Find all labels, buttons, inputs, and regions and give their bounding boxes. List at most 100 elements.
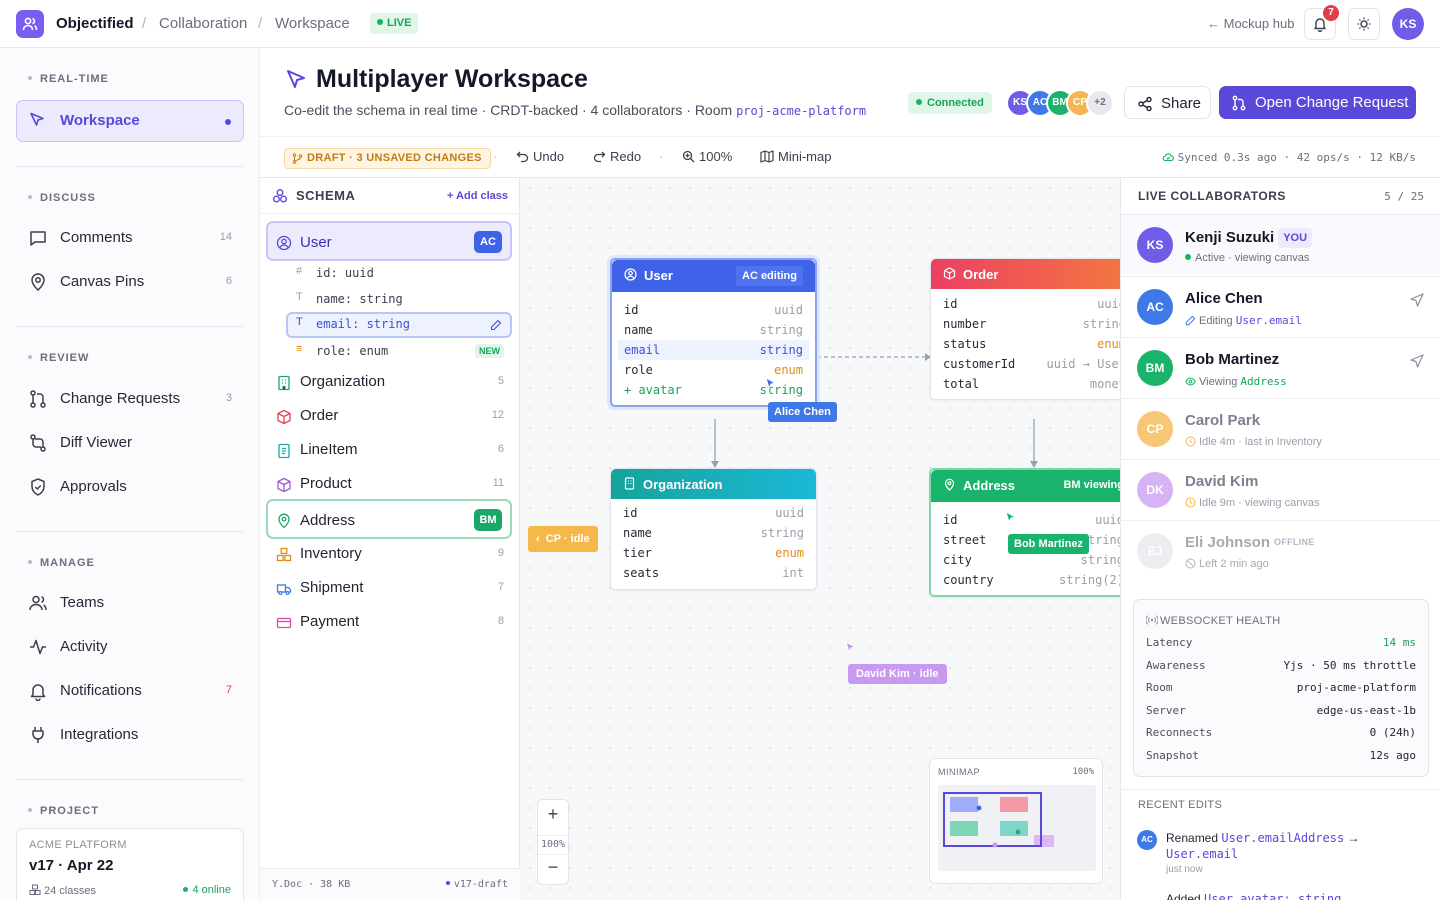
class-item-order[interactable]: Order 12 (266, 399, 512, 433)
class-item-lineitem[interactable]: LineItem 6 (266, 433, 512, 467)
zoom-level-button[interactable]: 100% (682, 149, 732, 164)
user-avatar[interactable]: KS (1392, 8, 1424, 40)
room-id[interactable]: proj-acme-platform (736, 104, 866, 118)
field-count: 6 (497, 443, 504, 455)
field-row[interactable]: Tname: string (286, 287, 512, 311)
undo-button[interactable]: Undo (516, 149, 564, 164)
schema-canvas[interactable]: User AC editing id uuid name string email s… (520, 178, 1120, 900)
avatar: EJ (1137, 533, 1173, 569)
field-count: 7 (497, 581, 504, 593)
field-row-selected[interactable]: Temail: string (286, 312, 512, 338)
divider (16, 326, 244, 327)
field-row[interactable]: # id: uuid (286, 261, 512, 285)
section-label-project: PROJECT (28, 805, 99, 817)
app-logo[interactable] (16, 10, 44, 38)
package-icon (943, 267, 956, 280)
collaborator-row-david[interactable]: DK David Kim Idle 9m · viewing canvas (1121, 459, 1440, 520)
divider (16, 531, 244, 532)
zoom-in-button[interactable]: + (538, 804, 568, 825)
signal-icon (1146, 615, 1158, 625)
avatar: AC (1137, 830, 1157, 850)
cube-icon (277, 477, 291, 493)
mockup-hub-link[interactable]: ← Mockup hub (1207, 16, 1294, 31)
pencil-icon[interactable] (490, 319, 502, 331)
avatar: BM (1137, 350, 1173, 386)
collaborator-status: Idle 9m · viewing canvas (1185, 497, 1319, 509)
sidebar-item-workspace[interactable]: Workspace (16, 100, 244, 142)
text-type-icon: T (296, 291, 303, 303)
sidebar-item-notifications[interactable]: Notifications 7 (16, 670, 244, 712)
class-item-user[interactable]: User AC (266, 221, 512, 261)
sidebar-item-canvas-pins[interactable]: Canvas Pins 6 (16, 261, 244, 303)
collaborators-count: 5 / 25 (1384, 190, 1424, 203)
field-text: name: string (316, 292, 403, 306)
class-item-organization[interactable]: Organization 5 (266, 365, 512, 399)
breadcrumb-collaboration[interactable]: Collaboration (159, 15, 247, 32)
card-row: iduuid (623, 506, 804, 520)
share-button[interactable]: Share (1124, 86, 1211, 119)
card-header: Address BM viewing (931, 470, 1120, 502)
recent-edit-item[interactable]: Added User.avatar: string (1166, 892, 1341, 900)
sidebar-item-diff-viewer[interactable]: Diff Viewer (16, 422, 244, 464)
breadcrumb-app[interactable]: Objectified (56, 15, 134, 32)
more-collaborators-badge[interactable]: +2 (1086, 89, 1114, 117)
zoom-in-icon (682, 150, 695, 163)
collaborator-row-carol[interactable]: CP Carol Park Idle 4m · last in Inventor… (1121, 398, 1440, 459)
project-card[interactable]: ACME PLATFORM v17 · Apr 22 24 classes 4 … (16, 828, 244, 900)
class-name: LineItem (300, 441, 358, 458)
class-item-payment[interactable]: Payment 8 (266, 605, 512, 639)
class-card-user[interactable]: User AC editing id uuid name string email s… (610, 258, 817, 407)
divider (1121, 789, 1440, 790)
git-branch-icon (292, 153, 303, 164)
add-class-button[interactable]: + Add class (447, 190, 508, 202)
card-row-selected[interactable]: email string (618, 340, 809, 360)
card-header: Order (931, 259, 1120, 289)
sidebar-item-integrations[interactable]: Integrations (16, 714, 244, 756)
collaborator-row-bob[interactable]: BM Bob Martinez Viewing Address (1121, 337, 1440, 398)
sidebar-item-change-requests[interactable]: Change Requests 3 (16, 378, 244, 420)
class-item-address[interactable]: Address BM (266, 499, 512, 539)
schema-header: SCHEMA + Add class (260, 178, 520, 214)
minimap[interactable]: MINIMAP 100% (929, 758, 1103, 884)
class-name: Order (300, 407, 339, 424)
viewing-badge: BM viewing (1063, 479, 1120, 491)
breadcrumb-separator: / (142, 15, 147, 32)
sidebar-item-teams[interactable]: Teams (16, 582, 244, 624)
sidebar: REAL-TIME Workspace DISCUSS Comments 14 … (0, 48, 260, 900)
class-item-shipment[interactable]: Shipment 7 (266, 571, 512, 605)
class-card-address[interactable]: Address BM viewing iduuid streetstring c… (929, 468, 1120, 597)
sidebar-item-comments[interactable]: Comments 14 (16, 217, 244, 259)
class-card-order[interactable]: Order iduuid numberstring statusenum cus… (930, 258, 1120, 400)
sync-status: Synced 0.3s ago · 42 ops/s · 12 KB/s (1162, 151, 1416, 164)
field-row[interactable]: ≡ role: enum NEW (286, 339, 512, 363)
class-item-product[interactable]: Product 11 (266, 467, 512, 501)
sidebar-item-approvals[interactable]: Approvals (16, 466, 244, 508)
class-item-inventory[interactable]: Inventory 9 (266, 537, 512, 571)
redo-button[interactable]: Redo (593, 149, 641, 164)
follow-cursor-icon[interactable] (1409, 292, 1425, 308)
card-row: name string (624, 323, 803, 337)
theme-toggle-button[interactable] (1348, 8, 1380, 40)
map-pin-icon (278, 513, 290, 529)
follow-cursor-icon[interactable] (1409, 353, 1425, 369)
building-icon (278, 375, 290, 391)
activity-pulse-icon (30, 639, 46, 655)
share-label: Share (1161, 95, 1202, 112)
map-pin-icon (31, 273, 45, 291)
collaborator-row-alice[interactable]: AC Alice Chen Editing User.email (1121, 276, 1440, 337)
open-change-request-button[interactable]: Open Change Request (1219, 86, 1416, 119)
zoom-out-button[interactable]: − (538, 857, 568, 878)
divider (16, 166, 244, 167)
collaborator-row-eli[interactable]: EJ Eli Johnson OFFLINE Left 2 min ago (1121, 520, 1440, 581)
section-label-discuss: DISCUSS (28, 192, 96, 204)
sidebar-item-activity[interactable]: Activity (16, 626, 244, 668)
zoom-controls: + 100% − (537, 799, 569, 885)
collaborator-row-kenji[interactable]: KS Kenji Suzuki YOU Active · viewing canv… (1121, 214, 1440, 275)
class-card-organization[interactable]: Organization id uuid name string tier enum … (610, 468, 817, 590)
breadcrumb-workspace[interactable]: Workspace (275, 15, 350, 32)
project-org: ACME PLATFORM (29, 839, 127, 851)
git-pull-request-icon (1232, 95, 1246, 111)
avatar: AC (1137, 289, 1173, 325)
minimap-toggle-button[interactable]: Mini-map (760, 149, 831, 164)
toolbar-separator: · (659, 149, 664, 164)
